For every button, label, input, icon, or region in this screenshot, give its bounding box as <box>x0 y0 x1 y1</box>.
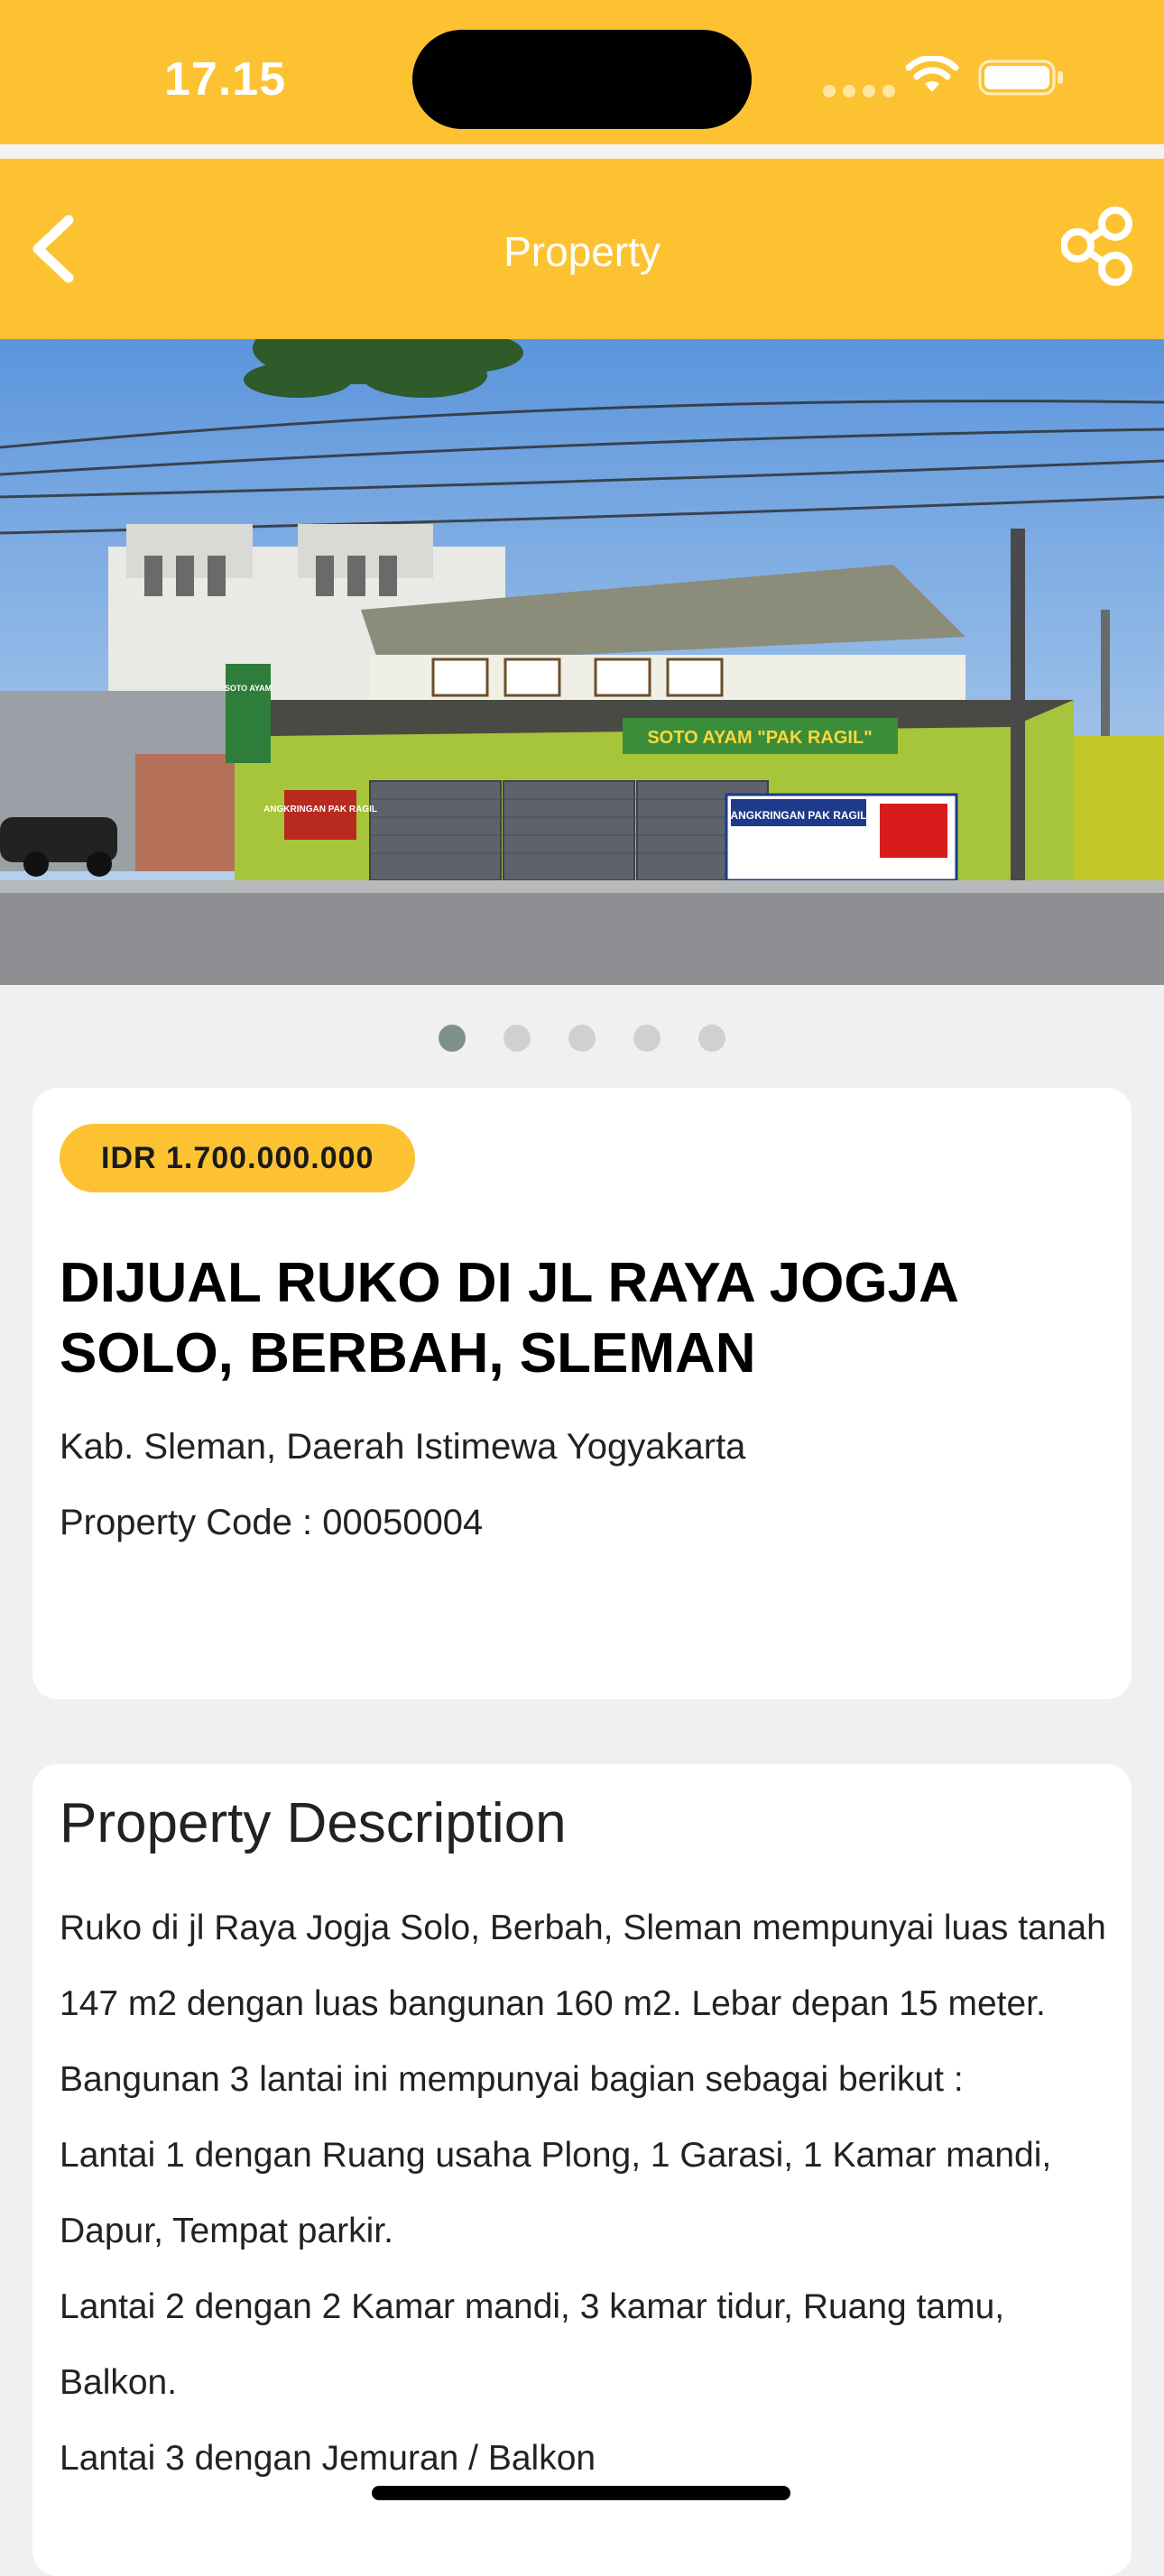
carousel-dot[interactable] <box>503 1025 531 1052</box>
carousel-pagination <box>0 1025 1164 1052</box>
property-photo-illustration: SOTO AYAM "PAK RAGIL" ANGKRINGAN PAK RAG… <box>0 339 1164 985</box>
description-paragraph: Ruko di jl Raya Jogja Solo, Berbah, Slem… <box>60 1909 1106 2099</box>
cellular-signal-icon <box>823 85 895 97</box>
pole-sign-text: SOTO AYAM <box>225 684 272 693</box>
page-title: Property <box>503 228 661 275</box>
price-badge: IDR 1.700.000.000 <box>60 1124 416 1192</box>
property-location: Kab. Sleman, Daerah Istimewa Yogyakarta <box>60 1427 746 1467</box>
carousel-dot[interactable] <box>568 1025 596 1052</box>
right-banner-text: ANGKRINGAN PAK RAGIL <box>730 809 866 822</box>
property-title: DIJUAL RUKO DI JL RAYA JOGJA SOLO, BERBA… <box>60 1252 957 1385</box>
header-divider <box>0 144 1164 159</box>
property-description-card: Property Description Ruko di jl Raya Jog… <box>32 1764 1132 2576</box>
description-paragraph: Lantai 1 dengan Ruang usaha Plong, 1 Gar… <box>60 2136 1052 2250</box>
nav-bar: Property <box>0 159 1164 339</box>
status-bar: 17.15 <box>0 0 1164 144</box>
carousel-dot[interactable] <box>439 1025 466 1052</box>
description-body: Ruko di jl Raya Jogja Solo, Berbah, Slem… <box>60 1891 1115 2497</box>
home-indicator[interactable] <box>372 2486 790 2500</box>
carousel-dot[interactable] <box>698 1025 725 1052</box>
share-button[interactable] <box>1060 206 1133 287</box>
property-photo[interactable]: SOTO AYAM "PAK RAGIL" ANGKRINGAN PAK RAG… <box>0 339 1164 985</box>
left-banner-text: ANGKRINGAN PAK RAGIL <box>263 805 377 814</box>
battery-icon <box>978 60 1063 96</box>
status-time: 17.15 <box>164 53 287 106</box>
dynamic-island <box>412 30 752 129</box>
shop-sign-text: SOTO AYAM "PAK RAGIL" <box>647 728 872 748</box>
property-info-card: IDR 1.700.000.000 DIJUAL RUKO DI JL RAYA… <box>32 1088 1132 1699</box>
property-code: Property Code : 00050004 <box>60 1503 484 1542</box>
carousel-dot[interactable] <box>633 1025 661 1052</box>
description-heading: Property Description <box>60 1792 567 1854</box>
wifi-icon <box>905 56 959 92</box>
description-paragraph: Lantai 2 dengan 2 Kamar mandi, 3 kamar t… <box>60 2287 1005 2402</box>
share-icon <box>1060 207 1132 286</box>
